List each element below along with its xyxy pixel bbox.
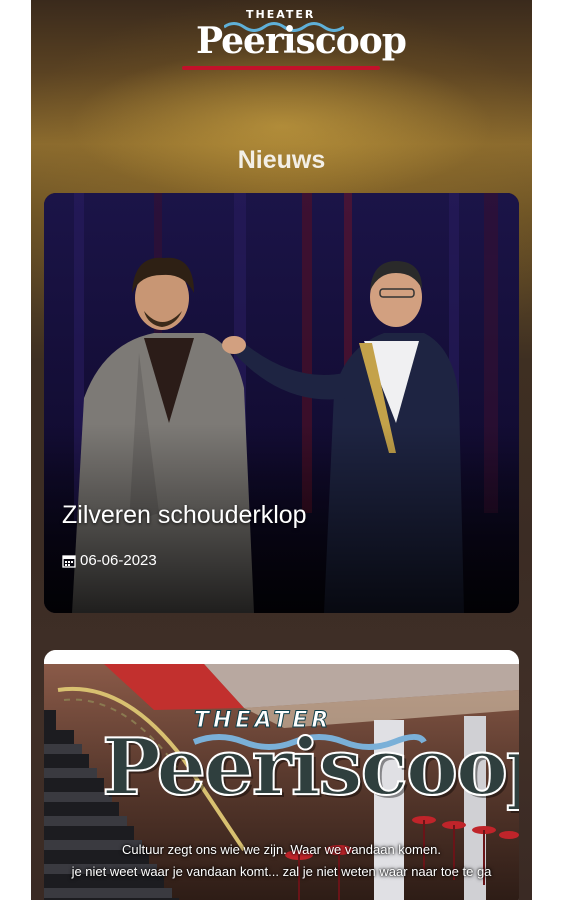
news-title: Zilveren schouderklop (62, 501, 307, 529)
news-date-text: 06-06-2023 (80, 552, 157, 569)
promo-logo-name: Peeriscoop (101, 721, 519, 814)
theater-logo[interactable]: THEATER Peeriscoop (176, 6, 407, 74)
page-title: Nieuws (237, 146, 326, 174)
logo-name: Peeriscoop (196, 20, 407, 62)
promo-tagline-2: je niet weet waar je vandaan komt... zal… (71, 864, 492, 879)
news-card[interactable]: THEATER Peeriscoop Cultuur zegt ons wie … (44, 650, 519, 900)
news-card[interactable]: Zilveren schouderklop 06-06-2023 (44, 193, 519, 613)
news-photo-award (44, 193, 519, 613)
promo-tagline-1: Cultuur zegt ons wie we zijn. Waar we va… (122, 842, 441, 857)
calendar-icon (62, 554, 76, 568)
app-screen: THEATER Peeriscoop Nieuws Zilveren schou… (31, 0, 532, 900)
news-date: 06-06-2023 (62, 552, 157, 569)
logo-underline (182, 66, 380, 70)
